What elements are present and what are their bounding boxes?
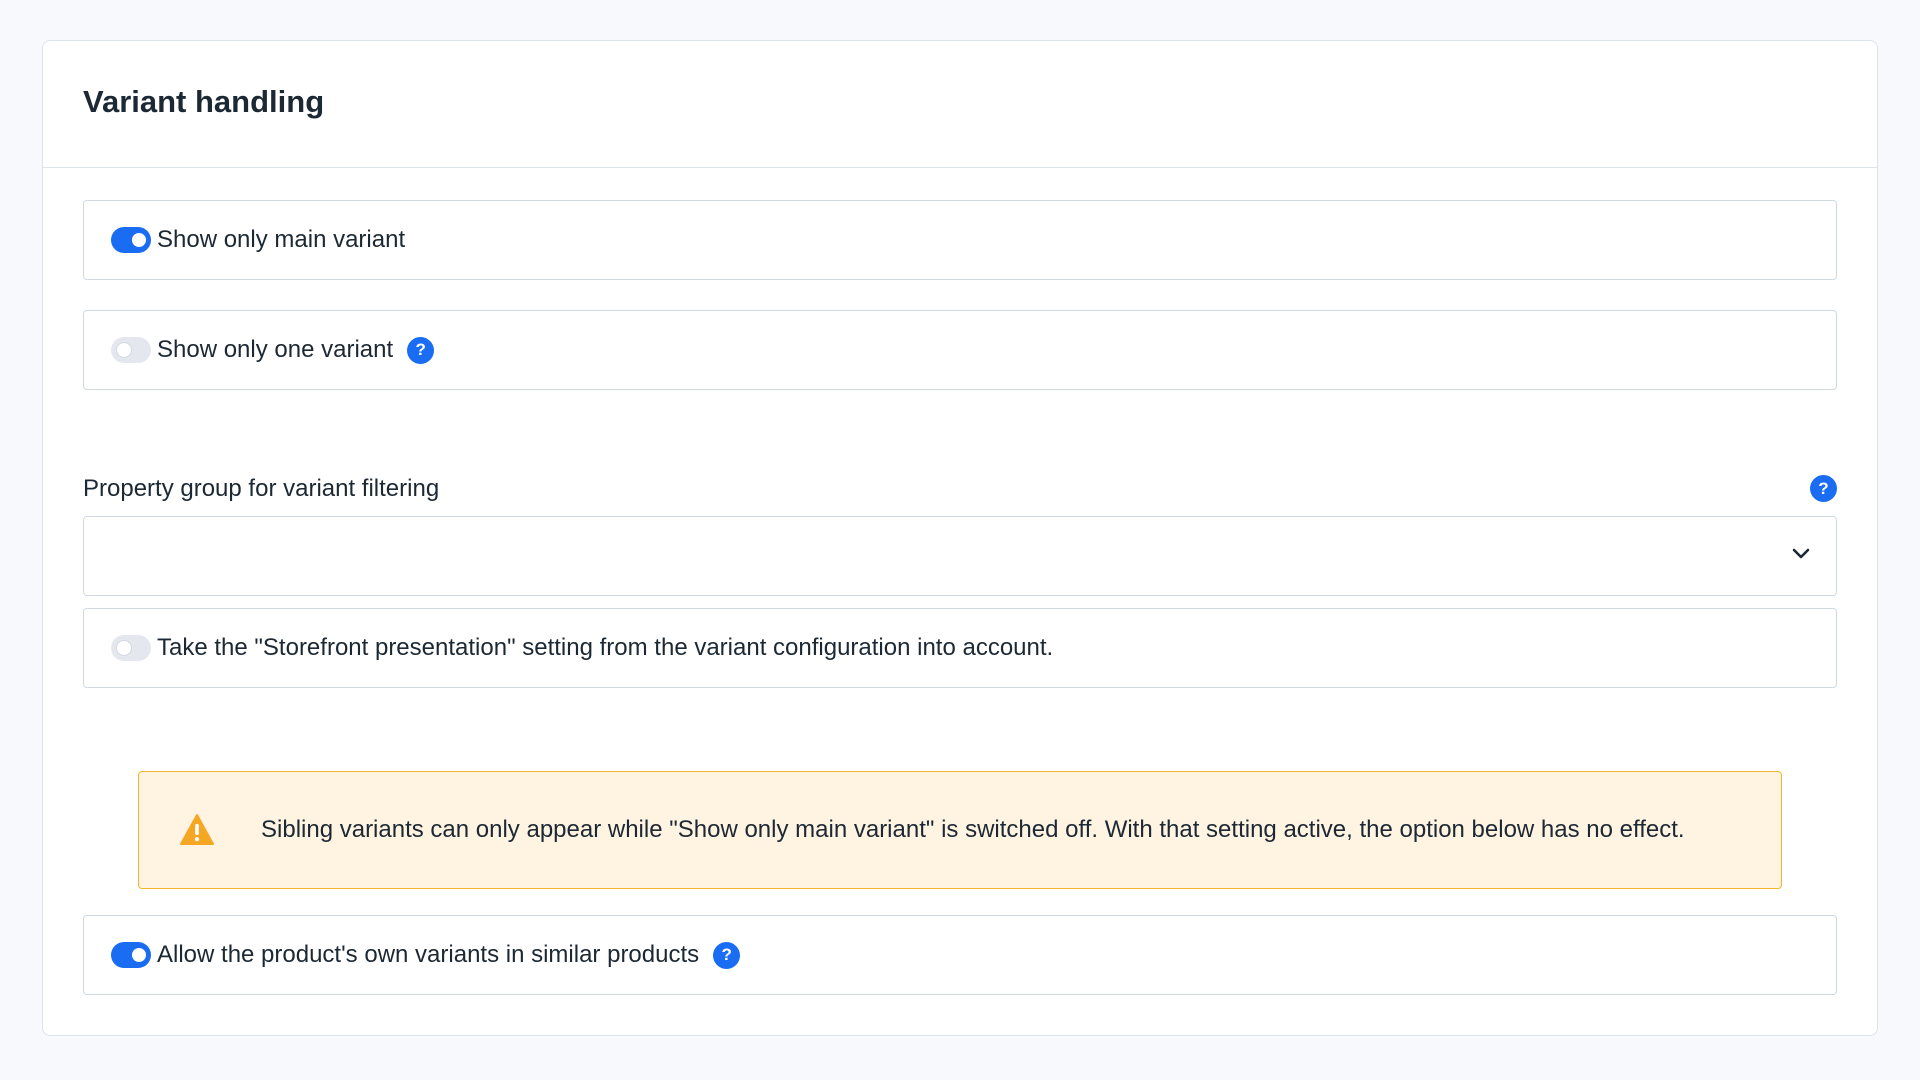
storefront-presentation-field: Take the "Storefront presentation" setti…: [83, 608, 1837, 688]
alert-text: Sibling variants can only appear while "…: [261, 816, 1685, 843]
card-header: Variant handling: [43, 41, 1877, 168]
own-variants-label[interactable]: Allow the product's own variants in simi…: [157, 941, 699, 969]
switch-knob: [117, 641, 131, 655]
help-icon[interactable]: ?: [713, 941, 741, 969]
storefront-presentation-label[interactable]: Take the "Storefront presentation" setti…: [157, 634, 1053, 662]
main-variant-label[interactable]: Show only main variant: [157, 226, 405, 254]
property-group-select[interactable]: [83, 516, 1837, 596]
own-variants-field: Allow the product's own variants in simi…: [83, 915, 1837, 995]
switch-knob: [132, 233, 146, 247]
warning-icon: [180, 814, 214, 845]
main-variant-field: Show only main variant: [83, 200, 1837, 280]
own-variants-switch[interactable]: [111, 942, 151, 968]
property-group-label: Property group for variant filtering: [83, 475, 440, 502]
switch-knob: [132, 948, 146, 962]
one-variant-field: Show only one variant ?: [83, 310, 1837, 390]
one-variant-label[interactable]: Show only one variant: [157, 336, 393, 364]
variant-handling-card: Variant handling Show only main variant …: [42, 40, 1878, 1036]
one-variant-switch[interactable]: [111, 337, 151, 363]
storefront-presentation-switch[interactable]: [111, 635, 151, 661]
help-icon[interactable]: ?: [1810, 475, 1837, 502]
help-icon[interactable]: ?: [407, 336, 435, 364]
warning-alert: Sibling variants can only appear while "…: [138, 771, 1782, 889]
main-variant-switch[interactable]: [111, 227, 151, 253]
card-title: Variant handling: [83, 84, 325, 119]
chevron-down-icon: [1792, 548, 1810, 559]
switch-knob: [117, 343, 131, 357]
